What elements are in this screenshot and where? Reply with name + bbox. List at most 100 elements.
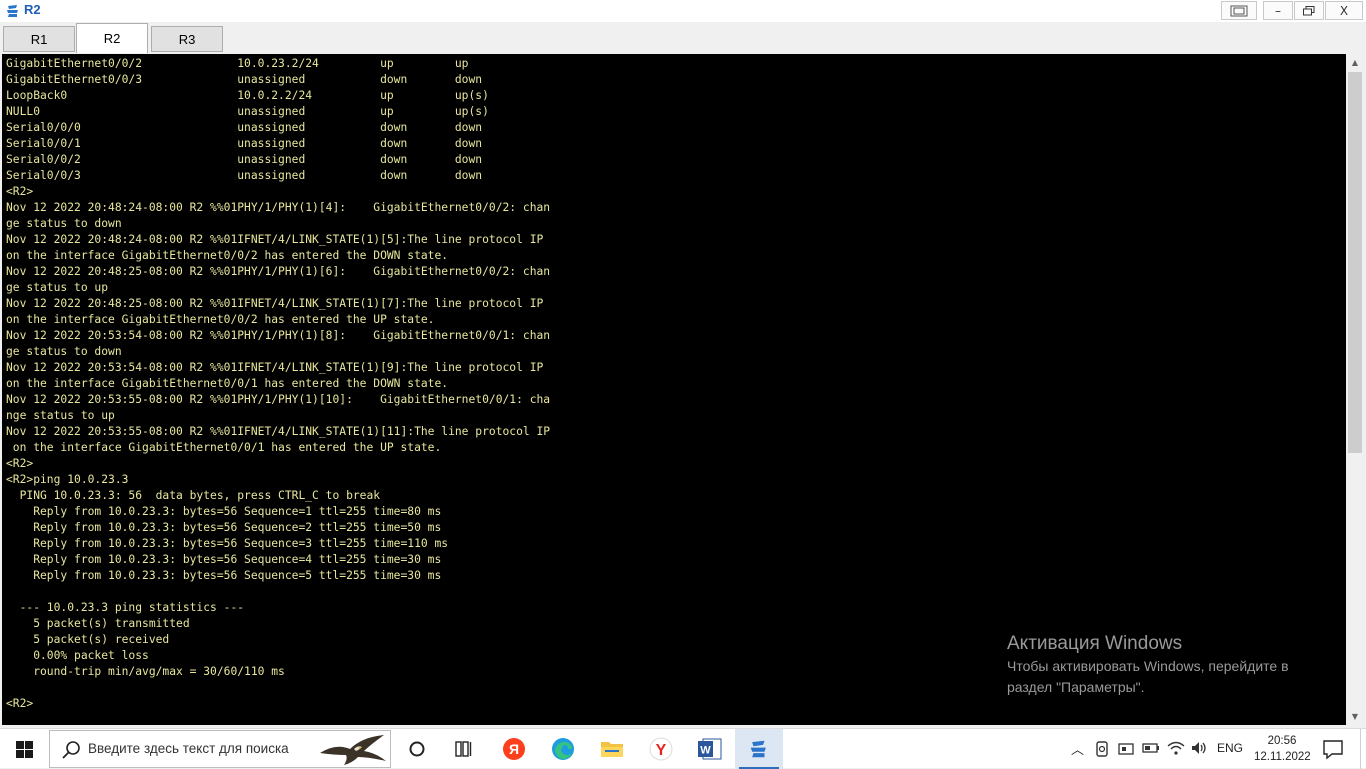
- terminal-line: Reply from 10.0.23.3: bytes=56 Sequence=…: [33, 553, 442, 566]
- clock-date: 12.11.2022: [1254, 751, 1311, 763]
- notification-center-icon[interactable]: [1320, 737, 1346, 761]
- terminal-line: Nov 12 2022 20:48:24-08:00 R2 %%01IFNET/…: [6, 233, 544, 246]
- start-button[interactable]: [0, 729, 48, 769]
- task-view-button[interactable]: [393, 729, 441, 769]
- terminal-line: on the interface GigabitEthernet0/0/2 ha…: [6, 313, 435, 326]
- terminal-line: Nov 12 2022 20:48:25-08:00 R2 %%01IFNET/…: [6, 297, 544, 310]
- svg-text:Я: Я: [509, 741, 519, 757]
- task-view-icon: [455, 741, 472, 757]
- title-bar: R2 – X: [0, 0, 1366, 23]
- terminal-line: on the interface GigabitEthernet0/0/1 ha…: [6, 377, 449, 390]
- terminal-line: Nov 12 2022 20:53:55-08:00 R2 %%01PHY/1/…: [6, 393, 551, 406]
- scrollbar-thumb[interactable]: [1348, 72, 1362, 453]
- maximize-icon: [1303, 5, 1315, 15]
- terminal-line: Serial0/0/3 unassigned down down: [6, 169, 483, 182]
- taskbar-search-box[interactable]: Введите здесь текст для поиска: [49, 730, 391, 768]
- maximize-button[interactable]: [1294, 1, 1324, 20]
- terminal-line: Serial0/0/2 unassigned down down: [6, 153, 483, 166]
- terminal-line: <R2>: [6, 457, 34, 470]
- task-view-icon-button[interactable]: [441, 729, 489, 769]
- terminal-line: round-trip min/avg/max = 30/60/110 ms: [33, 665, 285, 678]
- terminal-line: LoopBack0 10.0.2.2/24 up up(s): [6, 89, 489, 102]
- ensp-app-icon: [750, 740, 766, 758]
- terminal-line: on the interface GigabitEthernet0/0/1 ha…: [12, 441, 442, 454]
- close-icon: X: [1339, 3, 1349, 18]
- battery-icon[interactable]: [1142, 742, 1160, 754]
- windows-restore-icon: [1230, 5, 1248, 16]
- terminal-line: 5 packet(s) transmitted: [33, 617, 190, 630]
- terminal-line: Serial0/0/0 unassigned down down: [6, 121, 483, 134]
- taskbar: Введите здесь текст для поиска Я Y W ︿ E…: [0, 728, 1366, 769]
- terminal-line: Nov 12 2022 20:53:55-08:00 R2 %%01IFNET/…: [6, 425, 551, 438]
- terminal-line: Serial0/0/1 unassigned down down: [6, 137, 483, 150]
- minimize-icon: –: [1275, 3, 1281, 18]
- eagle-search-highlight-icon: [320, 735, 386, 765]
- ensp-app-icon: [7, 5, 18, 17]
- terminal-line: Reply from 10.0.23.3: bytes=56 Sequence=…: [33, 569, 442, 582]
- word-icon: W: [698, 738, 722, 760]
- terminal-output: GigabitEthernet0/0/2 10.0.23.2/24 up up …: [6, 56, 550, 712]
- input-language-indicator[interactable]: ENG: [1217, 741, 1243, 755]
- cortana-circle-icon: [409, 741, 425, 757]
- wifi-icon[interactable]: [1167, 740, 1185, 756]
- file-explorer-folder-icon: [601, 742, 623, 757]
- terminal-line: Reply from 10.0.23.3: bytes=56 Sequence=…: [33, 505, 442, 518]
- taskbar-file-explorer[interactable]: [588, 729, 636, 769]
- terminal-line: Nov 12 2022 20:48:25-08:00 R2 %%01PHY/1/…: [6, 265, 551, 278]
- yandex-y-icon: Y: [649, 737, 673, 761]
- taskbar-edge[interactable]: [539, 729, 587, 769]
- search-placeholder: Введите здесь текст для поиска: [88, 741, 289, 756]
- windows-logo-icon: [15, 740, 33, 758]
- tab-r3[interactable]: R3: [151, 26, 223, 52]
- search-icon: [62, 741, 80, 759]
- windows-activation-watermark: Активация Windows Чтобы активировать Win…: [1007, 632, 1289, 698]
- terminal-line: Reply from 10.0.23.3: bytes=56 Sequence=…: [33, 521, 442, 534]
- close-button[interactable]: X: [1325, 1, 1363, 20]
- scroll-up-arrow-icon[interactable]: ▲: [1346, 54, 1364, 71]
- restore-layout-button[interactable]: [1221, 1, 1257, 20]
- activation-line-2: раздел "Параметры".: [1007, 679, 1145, 695]
- terminal-line: GigabitEthernet0/0/3 unassigned down dow…: [6, 73, 483, 86]
- device-tabs: R1 R2 R3: [0, 22, 1366, 54]
- volume-icon[interactable]: [1190, 740, 1208, 756]
- terminal-line: <R2>ping 10.0.23.3: [6, 473, 129, 486]
- window-title: R2: [24, 2, 41, 17]
- svg-text:Y: Y: [656, 742, 667, 759]
- terminal-line: Nov 12 2022 20:48:24-08:00 R2 %%01PHY/1/…: [6, 201, 551, 214]
- terminal-console[interactable]: GigabitEthernet0/0/2 10.0.23.2/24 up up …: [2, 54, 1346, 725]
- tray-overflow-chevron-icon[interactable]: ︿: [1071, 739, 1084, 758]
- taskbar-yandex[interactable]: Y: [637, 729, 685, 769]
- svg-text:W: W: [700, 745, 711, 757]
- terminal-line: Nov 12 2022 20:53:54-08:00 R2 %%01PHY/1/…: [6, 329, 551, 342]
- terminal-line: PING 10.0.23.3: 56 data bytes, press CTR…: [19, 489, 381, 502]
- taskbar-yandex-browser[interactable]: Я: [490, 729, 538, 769]
- minimize-button[interactable]: –: [1263, 1, 1293, 20]
- tray-network-drive-icon[interactable]: [1118, 741, 1134, 757]
- taskbar-word[interactable]: W: [686, 729, 734, 769]
- terminal-line: 5 packet(s) received: [33, 633, 170, 646]
- tab-r1[interactable]: R1: [3, 26, 75, 52]
- terminal-line: NULL0 unassigned up up(s): [6, 105, 489, 118]
- clock-time: 20:56: [1267, 735, 1297, 747]
- tray-app-icon[interactable]: [1095, 741, 1109, 757]
- activation-title: Активация Windows: [1007, 633, 1183, 654]
- terminal-line: on the interface GigabitEthernet0/0/2 ha…: [6, 249, 449, 262]
- scroll-down-arrow-icon[interactable]: ▼: [1346, 708, 1364, 725]
- terminal-scrollbar[interactable]: ▲ ▼: [1346, 54, 1364, 725]
- show-desktop-button[interactable]: [1360, 729, 1366, 769]
- terminal-line: <R2>: [6, 185, 34, 198]
- tab-r2[interactable]: R2: [76, 23, 148, 53]
- taskbar-clock[interactable]: 20:56 12.11.2022: [1254, 733, 1311, 765]
- terminal-line: ge status to up: [6, 281, 109, 294]
- terminal-line: --- 10.0.23.3 ping statistics ---: [19, 601, 245, 614]
- taskbar-ensp[interactable]: [735, 729, 783, 769]
- terminal-line: nge status to up: [6, 409, 115, 422]
- terminal-line: 0.00% packet loss: [33, 649, 149, 662]
- yandex-browser-icon: Я: [503, 738, 525, 760]
- terminal-line: ge status to down: [6, 345, 122, 358]
- terminal-line: <R2>: [6, 697, 34, 710]
- terminal-line: GigabitEthernet0/0/2 10.0.23.2/24 up up: [6, 57, 469, 70]
- terminal-line: Nov 12 2022 20:53:54-08:00 R2 %%01IFNET/…: [6, 361, 544, 374]
- terminal-line: ge status to down: [6, 217, 122, 230]
- terminal-line: Reply from 10.0.23.3: bytes=56 Sequence=…: [33, 537, 449, 550]
